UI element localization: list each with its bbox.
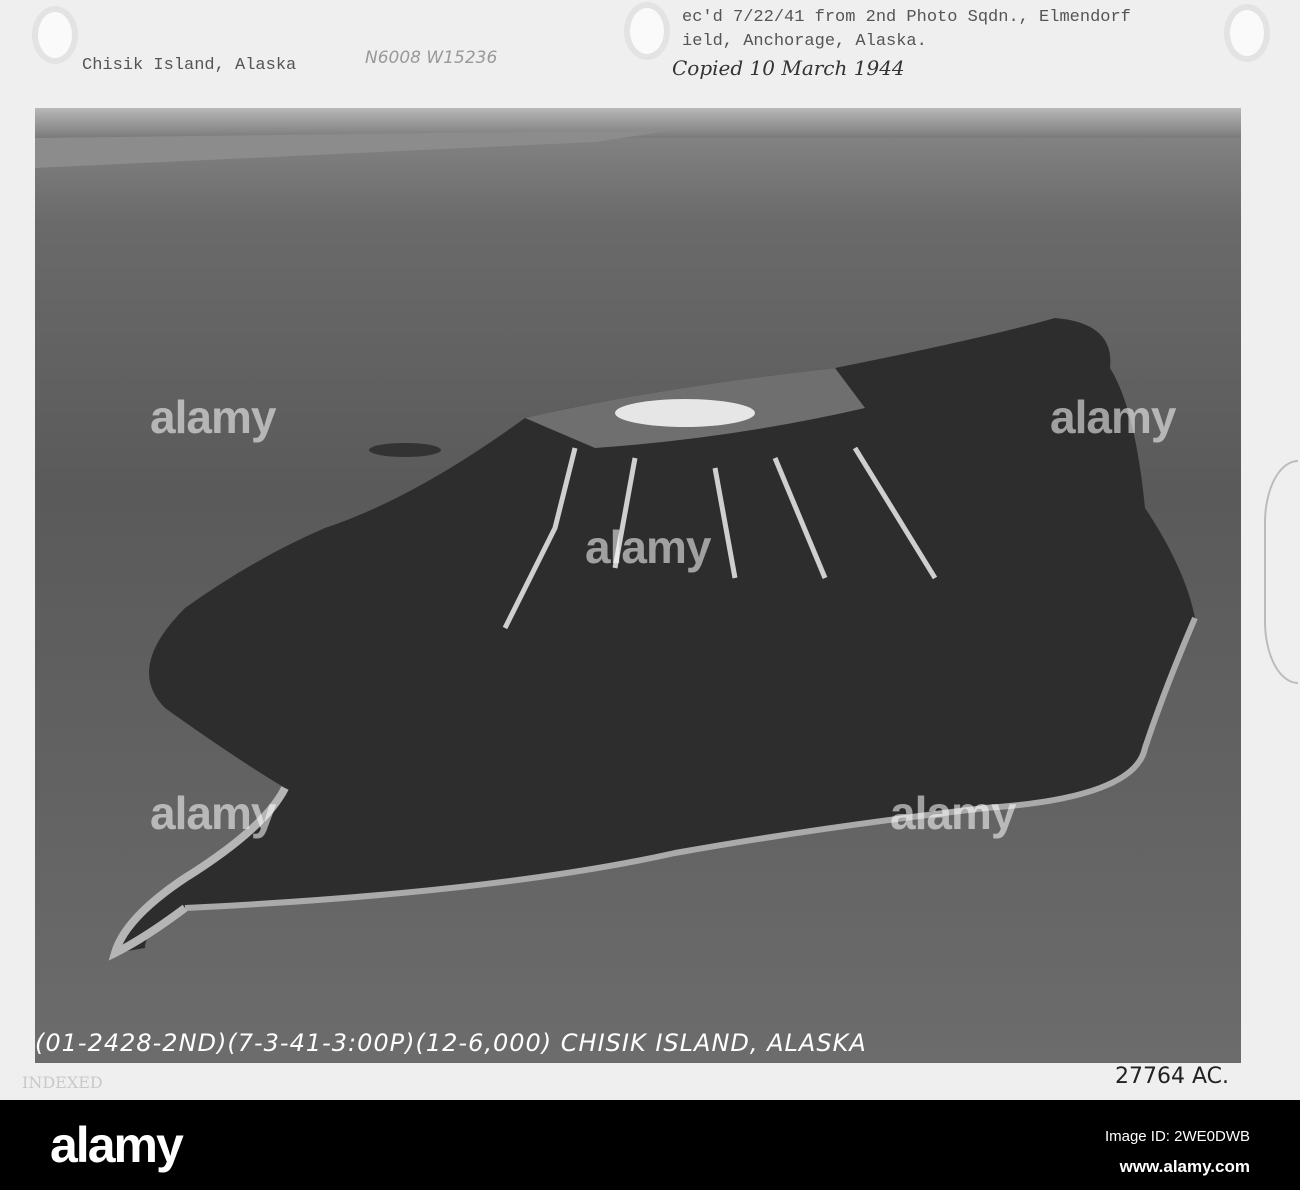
punch-hole <box>38 12 72 58</box>
typed-receipt-line-2: ield, Anchorage, Alaska. <box>682 32 927 51</box>
punch-hole <box>630 8 664 54</box>
reference-number: 27764 AC. <box>1115 1064 1229 1089</box>
watermark: alamy <box>1050 391 1176 443</box>
watermark: alamy <box>585 521 711 573</box>
alamy-logo: alamy <box>50 1117 184 1173</box>
archival-print: Chisik Island, Alaska N6008 W15236 ec'd … <box>0 0 1300 1100</box>
island-illustration <box>35 108 1241 961</box>
handwritten-copy-date: Copied 10 March 1944 <box>672 56 905 80</box>
watermark: alamy <box>150 391 276 443</box>
typed-location-label: Chisik Island, Alaska <box>82 56 297 75</box>
snowfield <box>615 399 755 427</box>
pencil-coordinates: N6008 W15236 <box>365 48 498 68</box>
indexed-stamp: INDEXED <box>22 1073 103 1092</box>
punch-hole <box>1230 10 1264 56</box>
typed-receipt-line-1: ec'd 7/22/41 from 2nd Photo Sqdn., Elmen… <box>682 8 1131 27</box>
website-link[interactable]: www.alamy.com <box>1120 1157 1250 1177</box>
partial-stamp <box>1264 460 1298 684</box>
photo-caption: (01-2428-2ND)(7-3-41-3:00P)(12-6,000) CH… <box>35 1029 867 1057</box>
stock-footer: alamy Image ID: 2WE0DWB www.alamy.com <box>0 1100 1300 1190</box>
image-id: Image ID: 2WE0DWB <box>1104 1128 1250 1145</box>
watermark: alamy <box>150 787 276 839</box>
small-islet <box>369 443 441 457</box>
watermark: alamy <box>890 787 1016 839</box>
aerial-photo: alamy alamy alamy alamy alamy (01-2428-2… <box>35 108 1241 1063</box>
